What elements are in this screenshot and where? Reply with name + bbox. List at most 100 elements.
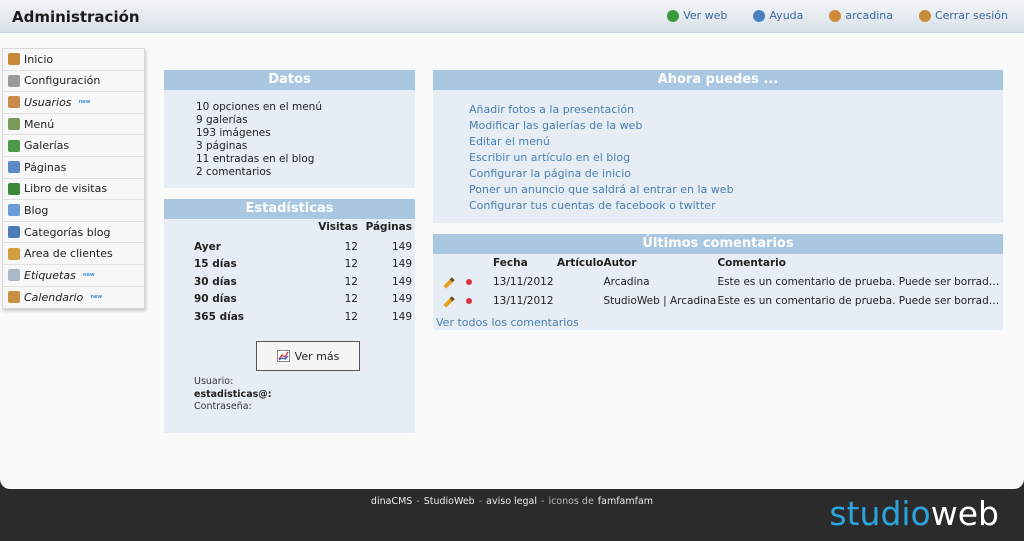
ver-mas-label: Ver más: [294, 349, 340, 363]
pencil-icon[interactable]: [443, 295, 455, 308]
datos-line: 9 galerías: [196, 114, 248, 126]
brand-part-studio: studio: [829, 494, 931, 533]
sidebar-item-2[interactable]: Usuarios new: [3, 92, 144, 114]
tag-icon: [8, 269, 20, 282]
stats-cell: 149: [391, 240, 412, 253]
sidebar-item-label: Blog: [24, 203, 49, 217]
ahora-link[interactable]: Añadir fotos a la presentación: [469, 102, 1003, 118]
ahora-link[interactable]: Escribir un artículo en el blog: [469, 150, 1003, 166]
clients-icon: [8, 247, 20, 260]
stats-row: 90 días 12 149: [194, 291, 412, 309]
top-link-label: arcadina: [845, 9, 893, 22]
comentario-cell: 13/11/2012: [493, 294, 554, 307]
datos-list: 10 opciones en el menú 9 galerías 193 imág…: [164, 90, 415, 179]
sidebar-item-4[interactable]: Galerías: [3, 135, 144, 157]
ahora-link[interactable]: Configurar tus cuentas de facebook o twi…: [469, 198, 1003, 214]
comentarios-panel: Últimos comentarios Fecha Artículo Autor Co…: [433, 234, 1003, 330]
stats-cell: 12: [344, 293, 358, 306]
chart-icon: [276, 350, 290, 362]
comentarios-header: [462, 257, 493, 272]
page: Administración Ver web Ayuda arcadina Cerra…: [0, 0, 1024, 489]
comentario-cell: StudioWeb | Arcadina: [603, 294, 717, 307]
datos-line: 11 entradas en el blog: [196, 153, 315, 165]
stats-header: [194, 221, 304, 238]
book-icon: [8, 182, 20, 195]
sidebar-item-0[interactable]: Inicio: [3, 49, 144, 71]
sidebar-item-10[interactable]: Etiquetas new: [3, 265, 144, 287]
blog-icon: [8, 204, 20, 217]
status-dot-icon[interactable]: [466, 297, 472, 304]
footer-icons-text: iconos de: [548, 496, 594, 507]
sidebar-item-label: Menú: [24, 117, 55, 131]
gallery-icon: [8, 139, 20, 152]
comentarios-header: [437, 257, 462, 272]
help-icon: [753, 9, 766, 22]
sidebar-item-7[interactable]: Blog: [3, 200, 144, 222]
stats-cell: 90 días: [194, 293, 237, 306]
top-link-1[interactable]: Ayuda: [753, 9, 803, 22]
datos-line: 3 páginas: [196, 140, 248, 152]
footer-separator: -: [478, 496, 483, 507]
stats-cell: 149: [391, 258, 412, 271]
ver-todos-link[interactable]: Ver todos los comentarios: [436, 316, 579, 329]
gear-icon: [8, 74, 20, 87]
top-link-2[interactable]: arcadina: [829, 9, 893, 22]
calendar-icon: [8, 291, 20, 304]
top-link-label: Ver web: [683, 9, 728, 22]
stats-credentials: Usuario: estadisticas@: Contraseña:: [194, 376, 272, 414]
ver-mas-button[interactable]: Ver más: [256, 341, 360, 371]
status-cell: [462, 291, 493, 310]
new-badge: new: [83, 271, 95, 278]
ahora-link[interactable]: Configurar la página de inicio: [469, 166, 1003, 182]
datos-panel: Datos 10 opciones en el menú 9 galerías 19…: [164, 70, 415, 188]
sidebar-item-3[interactable]: Menú: [3, 114, 144, 136]
stats-row: 30 días 12 149: [194, 273, 412, 291]
top-link-0[interactable]: Ver web: [667, 9, 727, 22]
sidebar-item-11[interactable]: Calendario new: [3, 287, 144, 309]
ahora-link[interactable]: Editar el menú: [469, 134, 1003, 150]
datos-title: Datos: [164, 70, 415, 90]
stats-cell: 12: [344, 258, 358, 271]
sidebar-item-label: Páginas: [24, 160, 67, 174]
comentario-cell: Arcadina: [603, 275, 650, 288]
sidebar-item-label: Galerías: [24, 139, 70, 153]
sidebar-item-label: Etiquetas: [24, 268, 76, 282]
stats-row: Ayer 12 149: [194, 238, 412, 256]
comentario-cell: [557, 291, 603, 310]
footer-icons-link[interactable]: famfamfam: [598, 496, 653, 507]
datos-line: 2 comentarios: [196, 166, 272, 178]
status-dot-icon[interactable]: [466, 278, 472, 285]
datos-line: 193 imágenes: [196, 127, 271, 139]
top-bar: Administración Ver web Ayuda arcadina Cerra…: [0, 0, 1024, 33]
comentarios-header: Autor: [603, 257, 637, 269]
footer-link-1[interactable]: StudioWeb: [424, 496, 475, 507]
sidebar-item-8[interactable]: Categorías blog: [3, 222, 144, 244]
sidebar-item-9[interactable]: Area de clientes: [3, 243, 144, 265]
sidebar-item-5[interactable]: Páginas: [3, 157, 144, 179]
comentarios-header: Artículo: [557, 257, 604, 269]
page-title: Administración: [12, 8, 140, 26]
home-icon: [8, 53, 20, 66]
top-link-3[interactable]: Cerrar sesión: [918, 9, 1008, 22]
ahora-link[interactable]: Poner un anuncio que saldrá al entrar en…: [469, 182, 1003, 198]
footer-link-0[interactable]: dinaCMS: [371, 496, 412, 507]
top-link-label: Ayuda: [769, 9, 804, 22]
comentarios-title: Últimos comentarios: [433, 234, 1003, 254]
stats-table: Visitas Páginas Ayer 12 149 15 días 12 149 30 d…: [194, 221, 412, 326]
folder-icon: [8, 226, 20, 239]
comentario-row: 13/11/2012 StudioWeb | Arcadina Este es un…: [437, 291, 1002, 310]
edit-cell: [437, 291, 462, 310]
stats-cell: 12: [344, 310, 358, 323]
comentario-cell: Este es un comentario de prueba. Puede s…: [717, 275, 1003, 288]
sidebar-item-1[interactable]: Configuración: [3, 71, 144, 93]
sidebar-item-6[interactable]: Libro de visitas: [3, 179, 144, 201]
ahora-panel: Ahora puedes ... Añadir fotos a la prese…: [433, 70, 1003, 223]
top-link-label: Cerrar sesión: [934, 9, 1008, 22]
menu-icon: [8, 118, 20, 131]
user-label: Usuario:: [194, 376, 234, 387]
new-badge: new: [78, 98, 91, 105]
edit-cell: [437, 272, 462, 291]
pencil-icon[interactable]: [443, 276, 455, 289]
ahora-link[interactable]: Modificar las galerías de la web: [469, 118, 1003, 134]
footer-link-2[interactable]: aviso legal: [486, 496, 537, 507]
